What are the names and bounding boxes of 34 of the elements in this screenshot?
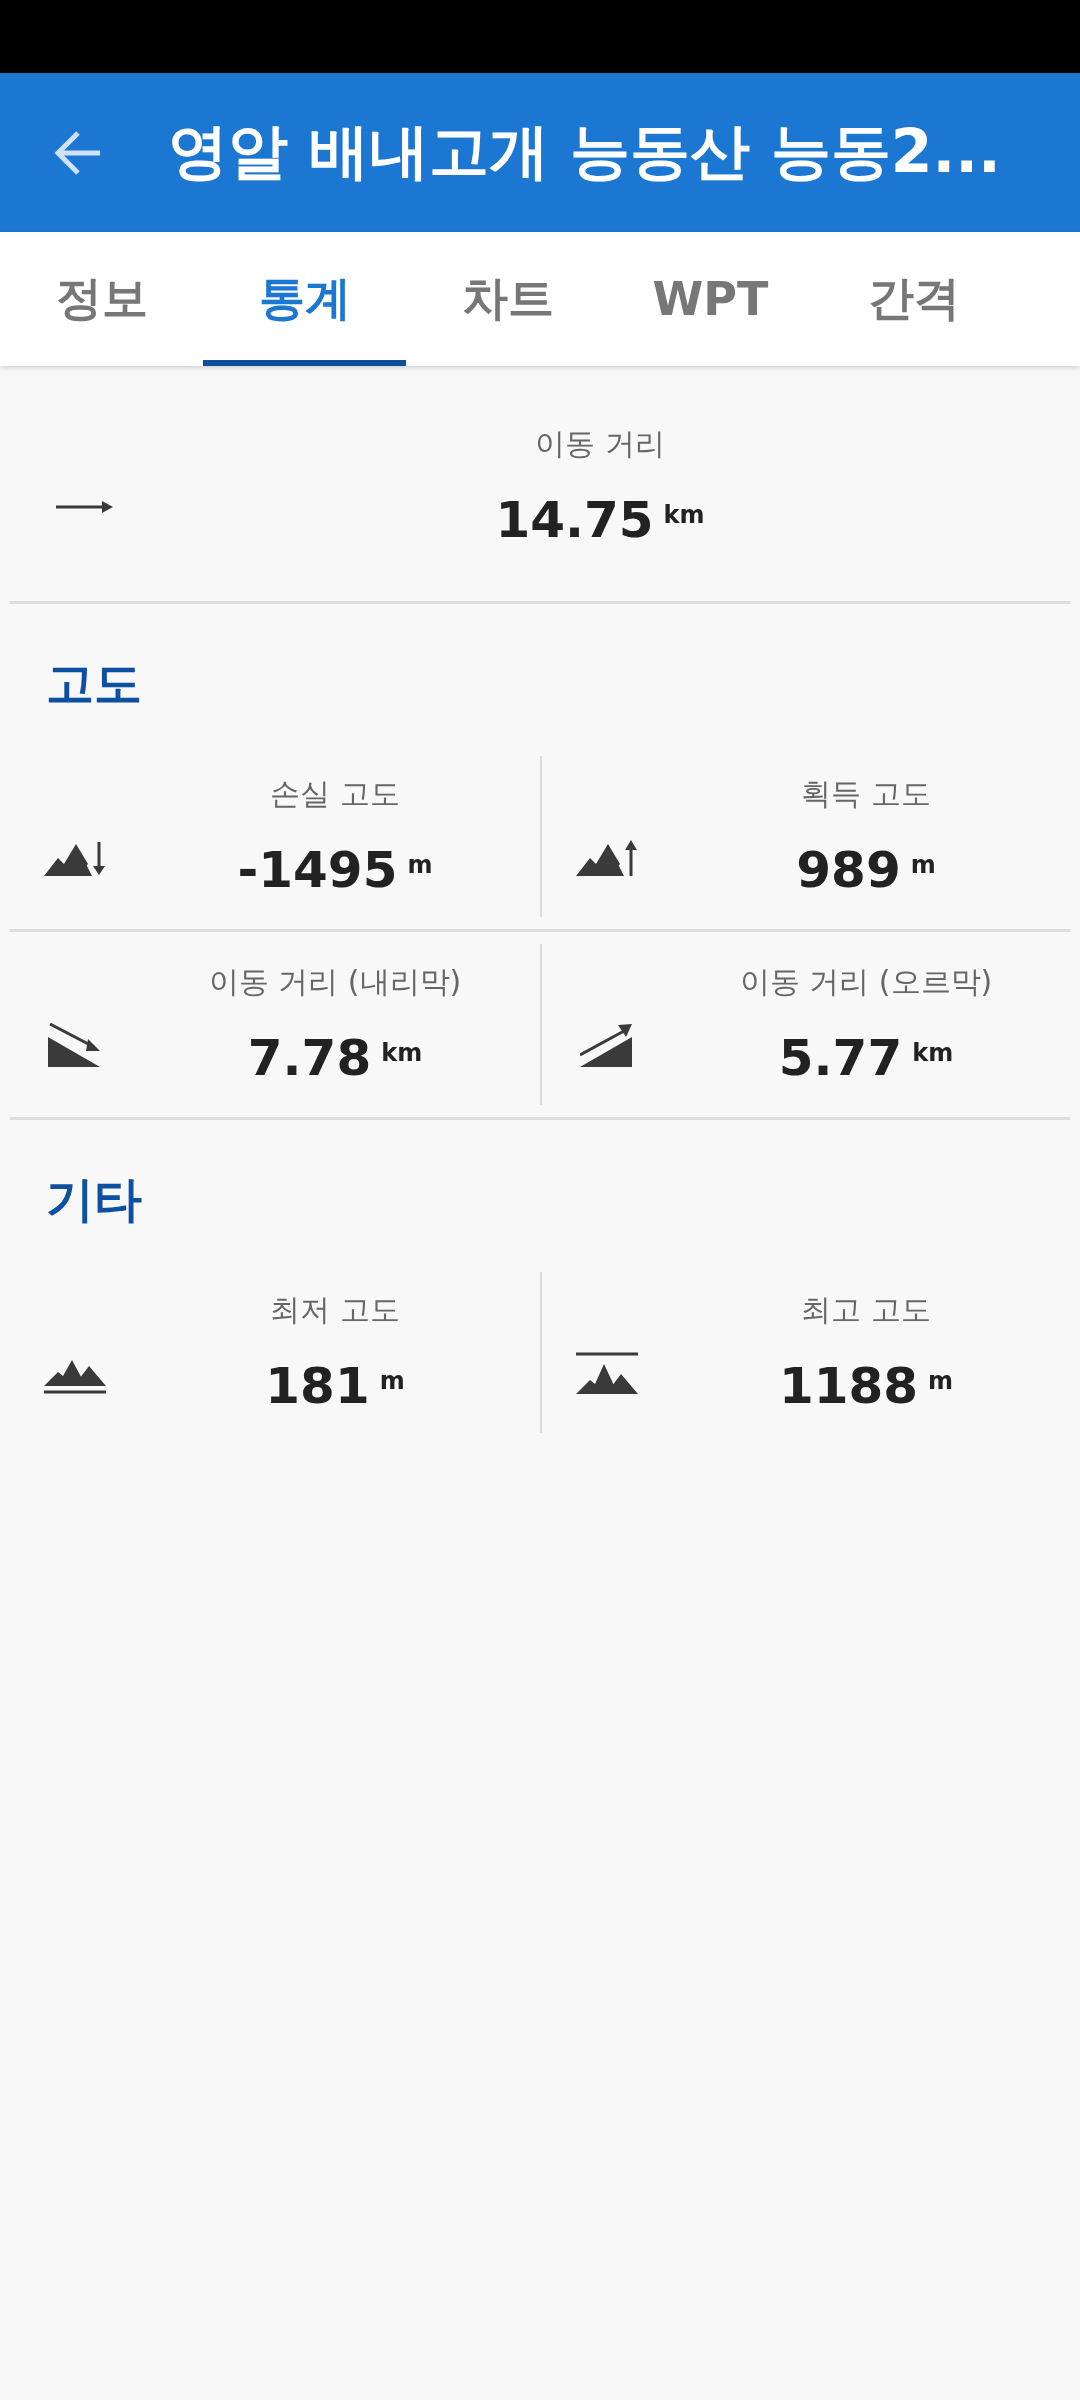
stat-unit: m (407, 851, 433, 879)
uphill-slope-icon (580, 1023, 634, 1067)
screen-title: 영알 배내고개 능동산 능동2... (168, 115, 1001, 188)
stat-value: 5.77 (778, 1029, 903, 1087)
section-title: 고도 (45, 654, 143, 713)
stat-unit: km (912, 1039, 954, 1067)
stat-label: 이동 거리 (534, 425, 666, 463)
stat-unit: m (910, 851, 936, 879)
stat-value: -1495 (237, 841, 398, 899)
stat-value: 7.78 (247, 1029, 372, 1087)
mountain-up-arrow-icon (576, 838, 638, 876)
stat-label: 최저 고도 (269, 1291, 401, 1329)
section-title: 기타 (45, 1170, 143, 1229)
stat-label: 이동 거리 (오르막) (738, 963, 994, 1001)
tab[interactable]: WPT (609, 232, 812, 366)
mountain-topline-icon (576, 1352, 638, 1394)
stat-value: 989 (796, 841, 901, 899)
stat-unit: m (928, 1367, 954, 1395)
stat-value: 14.75 (495, 491, 654, 549)
stat-value: 1188 (778, 1357, 919, 1415)
downhill-slope-icon (48, 1023, 102, 1067)
stat-label: 획득 고도 (800, 775, 932, 813)
tab[interactable]: 차트 (406, 232, 609, 366)
stat-value: 181 (265, 1357, 370, 1415)
arrow-right-icon (56, 500, 114, 514)
tab[interactable]: 정보 (0, 232, 203, 366)
stat-label: 손실 고도 (269, 775, 401, 813)
tab[interactable]: 통계 (203, 232, 406, 366)
stat-unit: m (379, 1367, 405, 1395)
stat-label: 이동 거리 (내리막) (207, 963, 463, 1001)
tab[interactable]: 간격 (812, 232, 1015, 366)
stat-unit: km (663, 501, 705, 529)
stat-unit: km (381, 1039, 423, 1067)
stat-label: 최고 고도 (800, 1291, 932, 1329)
